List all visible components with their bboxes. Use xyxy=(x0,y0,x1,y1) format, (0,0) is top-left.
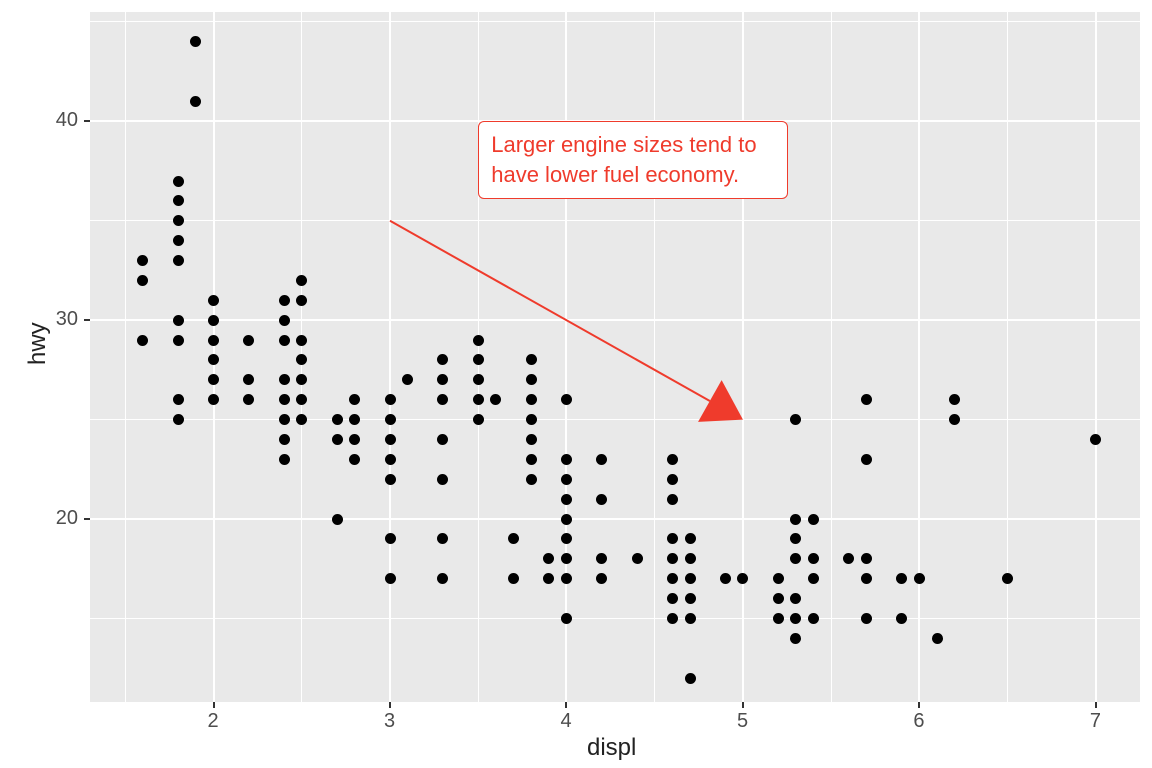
data-point xyxy=(208,295,219,306)
data-point xyxy=(279,315,290,326)
data-point xyxy=(173,394,184,405)
x-axis-title: displ xyxy=(587,734,636,762)
data-point xyxy=(526,374,537,385)
data-point xyxy=(526,394,537,405)
data-point xyxy=(296,335,307,346)
data-point xyxy=(667,474,678,485)
data-point xyxy=(173,235,184,246)
annotation-label-box: Larger engine sizes tend to have lower f… xyxy=(478,121,788,198)
y-tick-label-20: 20 xyxy=(56,507,78,530)
data-point xyxy=(932,633,943,644)
data-point xyxy=(243,335,254,346)
data-point xyxy=(332,434,343,445)
data-point xyxy=(279,394,290,405)
y-tick-label-30: 30 xyxy=(56,308,78,331)
data-point xyxy=(279,434,290,445)
data-point xyxy=(526,434,537,445)
data-point xyxy=(685,553,696,564)
data-point xyxy=(385,573,396,584)
data-point xyxy=(385,394,396,405)
data-point xyxy=(279,454,290,465)
y-axis-title: hwy xyxy=(24,322,52,365)
data-point xyxy=(279,295,290,306)
data-point xyxy=(861,613,872,624)
data-point xyxy=(208,315,219,326)
data-point xyxy=(667,573,678,584)
data-point xyxy=(473,394,484,405)
data-point xyxy=(561,514,572,525)
x-tick-label-5: 5 xyxy=(737,710,748,733)
data-point xyxy=(685,573,696,584)
data-point xyxy=(279,335,290,346)
data-point xyxy=(720,573,731,584)
data-point xyxy=(385,434,396,445)
annotation-line-1: Larger engine sizes tend to xyxy=(491,132,756,157)
data-point xyxy=(208,335,219,346)
x-tick-label-7: 7 xyxy=(1090,710,1101,733)
data-point xyxy=(526,414,537,425)
data-point xyxy=(667,593,678,604)
data-point xyxy=(173,335,184,346)
x-tick-label-6: 6 xyxy=(913,710,924,733)
data-point xyxy=(667,454,678,465)
data-point xyxy=(861,454,872,465)
data-point xyxy=(526,454,537,465)
data-point xyxy=(173,414,184,425)
data-point xyxy=(279,374,290,385)
plot-panel xyxy=(90,12,1140,702)
data-point xyxy=(385,414,396,425)
data-point xyxy=(596,494,607,505)
data-point xyxy=(473,335,484,346)
data-point xyxy=(137,335,148,346)
data-point xyxy=(808,613,819,624)
data-point xyxy=(685,533,696,544)
data-point xyxy=(526,474,537,485)
data-point xyxy=(561,454,572,465)
data-point xyxy=(173,255,184,266)
data-point xyxy=(790,514,801,525)
data-point xyxy=(473,414,484,425)
data-point xyxy=(385,474,396,485)
data-point xyxy=(773,593,784,604)
data-point xyxy=(685,673,696,684)
data-point xyxy=(808,514,819,525)
data-point xyxy=(632,553,643,564)
data-point xyxy=(667,613,678,624)
x-tick-label-2: 2 xyxy=(208,710,219,733)
data-point xyxy=(332,514,343,525)
data-point xyxy=(173,315,184,326)
data-point xyxy=(173,176,184,187)
data-point xyxy=(173,215,184,226)
data-point xyxy=(773,573,784,584)
data-point xyxy=(561,613,572,624)
annotation-line-2: have lower fuel economy. xyxy=(491,162,739,187)
data-point xyxy=(561,474,572,485)
data-point xyxy=(279,414,290,425)
data-point xyxy=(385,533,396,544)
x-tick-label-4: 4 xyxy=(560,710,571,733)
data-point xyxy=(561,494,572,505)
scatter-chart: 20 30 40 2 3 4 5 6 7 displ hwy Larger en… xyxy=(0,0,1152,768)
x-tick-label-3: 3 xyxy=(384,710,395,733)
data-point xyxy=(685,593,696,604)
data-point xyxy=(667,494,678,505)
data-point xyxy=(332,414,343,425)
data-point xyxy=(685,613,696,624)
y-tick-label-40: 40 xyxy=(56,109,78,132)
data-point xyxy=(296,295,307,306)
data-point xyxy=(773,613,784,624)
data-point xyxy=(385,454,396,465)
